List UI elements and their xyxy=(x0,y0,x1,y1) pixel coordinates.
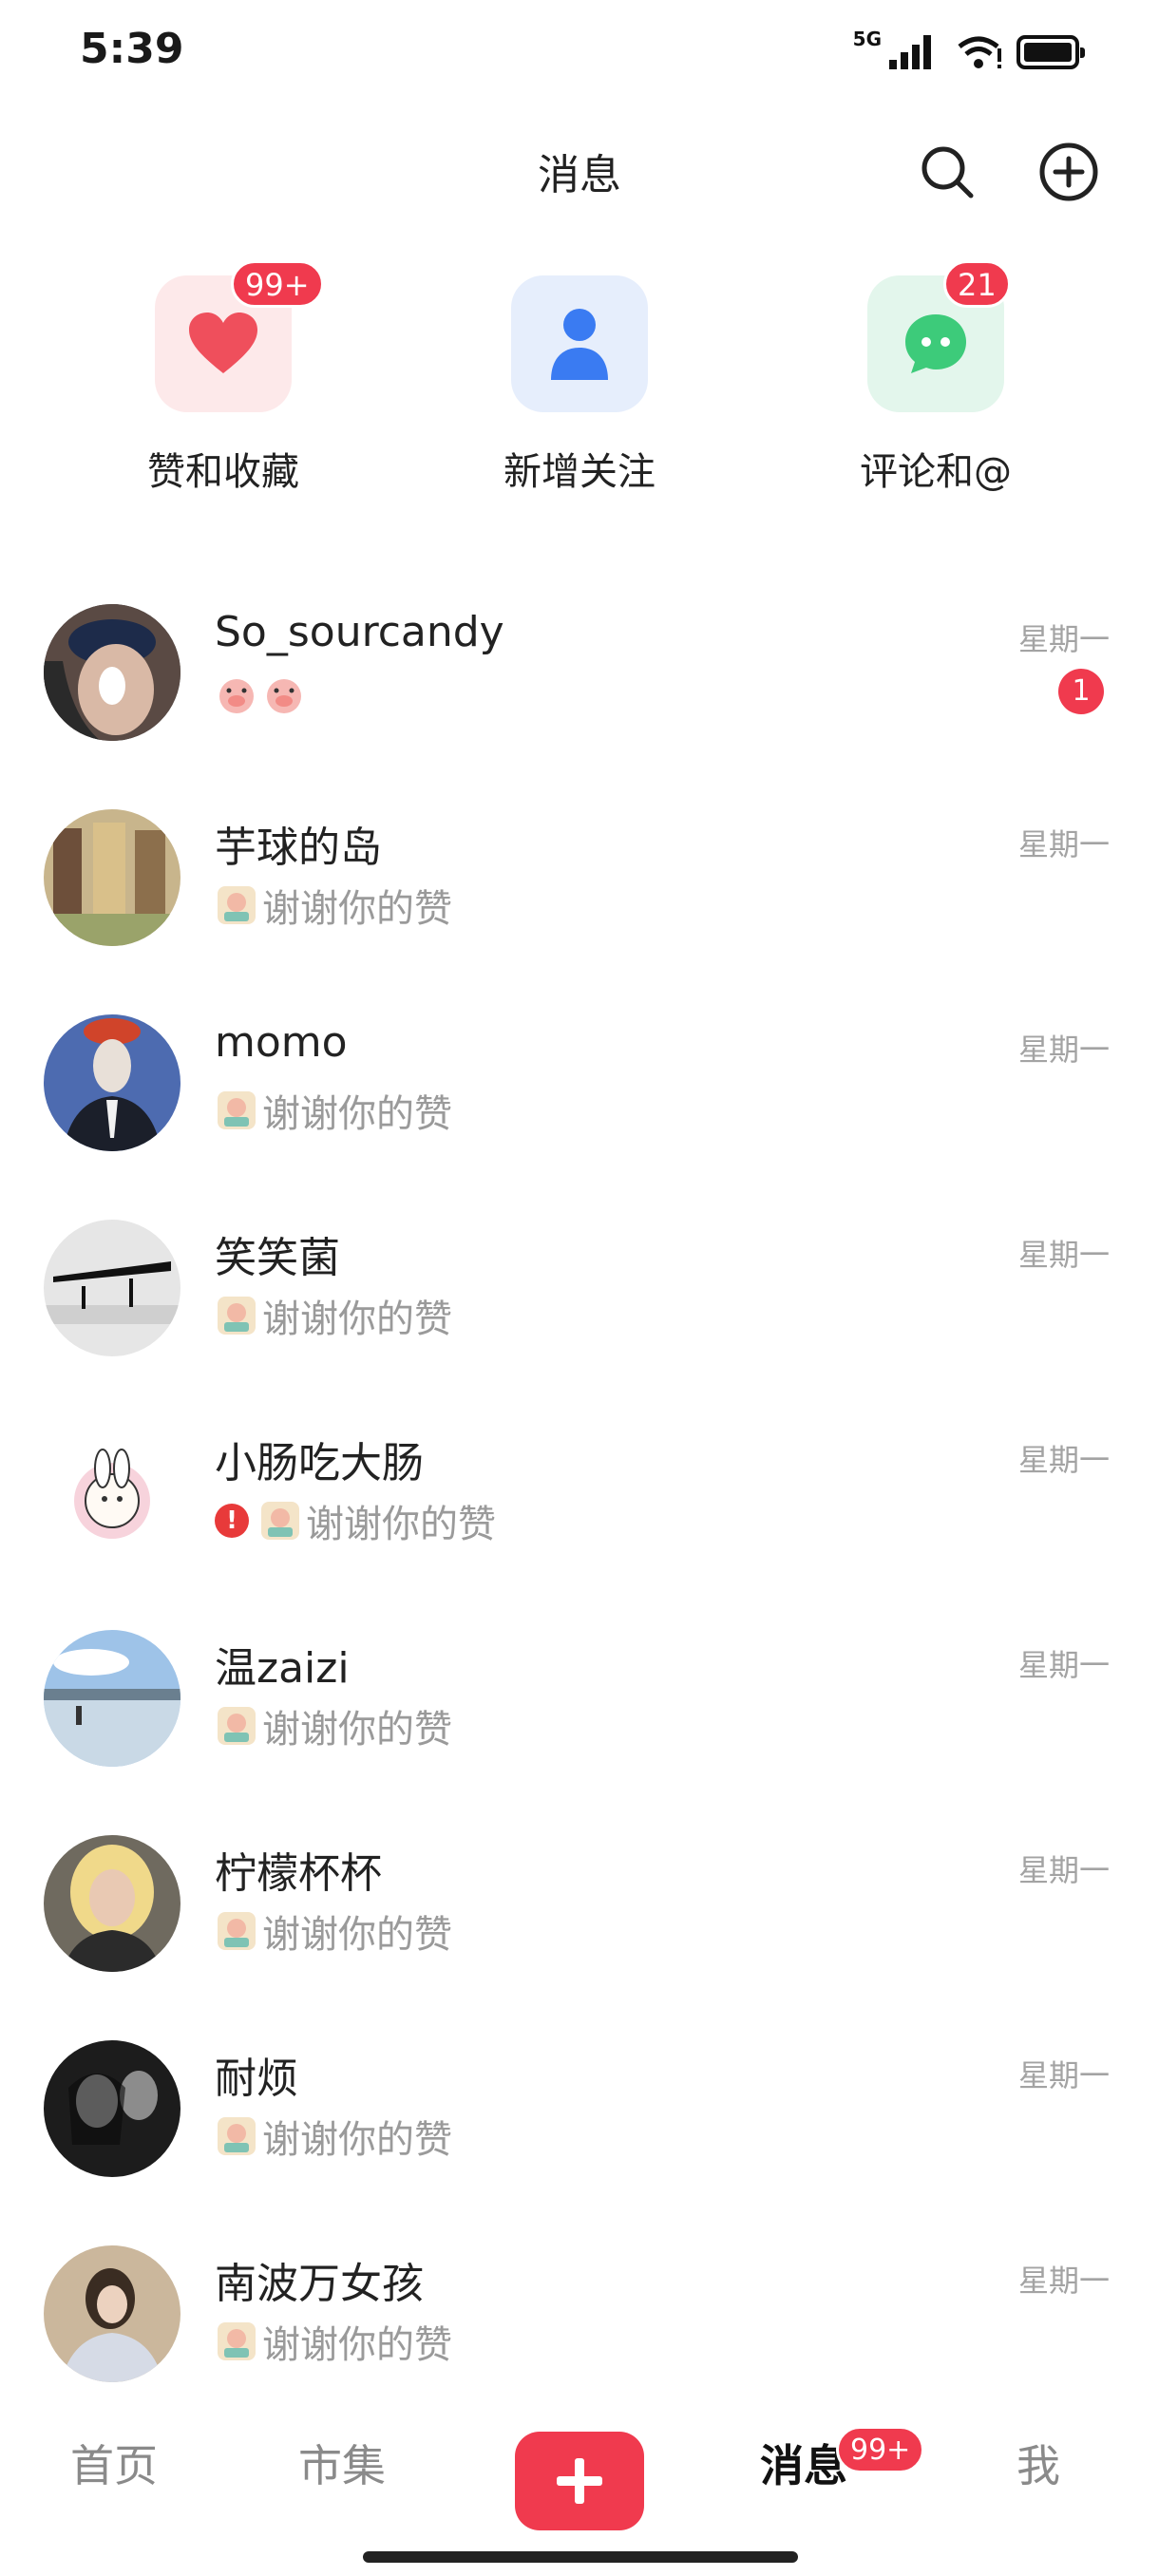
likes-label: 赞和收藏 xyxy=(147,450,299,494)
message-preview: 谢谢你的赞 xyxy=(215,1083,452,1138)
comments-tile: 21 xyxy=(867,260,1011,412)
add-circle-icon xyxy=(1039,142,1098,201)
header: 消息 xyxy=(0,133,1159,218)
network-label: 5G xyxy=(852,28,882,50)
contact-name: 温zaizi xyxy=(215,1644,350,1693)
pig-emoji-icon xyxy=(267,679,301,713)
list-item[interactable]: 温zaizi 谢谢你的赞 星期一 xyxy=(0,1624,1159,1824)
home-indicator xyxy=(363,2551,798,2563)
person-icon xyxy=(551,309,608,380)
message-preview xyxy=(215,672,306,716)
message-time: 星期一 xyxy=(1017,1032,1110,1068)
search-button[interactable] xyxy=(914,139,980,205)
avatar xyxy=(44,1835,180,1972)
message-preview: 谢谢你的赞 xyxy=(215,2314,452,2369)
message-time: 星期一 xyxy=(1017,1647,1110,1683)
add-button[interactable] xyxy=(1036,139,1102,205)
thanks-sticker-icon xyxy=(218,1707,256,1745)
message-preview: ! 谢谢你的赞 xyxy=(215,1493,496,1548)
avatar xyxy=(44,809,180,946)
send-failed-icon: ! xyxy=(215,1504,249,1538)
heart-icon xyxy=(189,313,257,373)
message-time: 星期一 xyxy=(1017,1237,1110,1273)
message-preview: 谢谢你的赞 xyxy=(215,2109,452,2164)
battery-icon xyxy=(1016,35,1085,69)
tab-me[interactable]: 我 xyxy=(1016,2432,1060,2494)
avatar xyxy=(44,1220,180,1356)
unread-badge: 1 xyxy=(1058,669,1104,714)
message-preview: 谢谢你的赞 xyxy=(215,1904,452,1959)
tab-messages[interactable]: 消息 xyxy=(760,2432,847,2494)
message-time: 星期一 xyxy=(1017,2057,1110,2093)
page-title: 消息 xyxy=(538,151,621,199)
avatar xyxy=(44,1014,180,1151)
status-icons: 5G xyxy=(852,28,1085,76)
likes-badge: 99+ xyxy=(231,260,324,308)
category-row: 99+ 赞和收藏 新增关注 21 评论和@ xyxy=(0,260,1159,503)
tab-market[interactable]: 市集 xyxy=(298,2432,386,2494)
message-time: 星期一 xyxy=(1017,2263,1110,2299)
comments-badge: 21 xyxy=(943,260,1011,308)
search-icon xyxy=(922,146,974,199)
create-post-button[interactable] xyxy=(515,2432,644,2530)
likes-tile: 99+ xyxy=(155,260,324,412)
list-item[interactable]: So_sourcandy 星期一 1 xyxy=(0,598,1159,798)
tab-home[interactable]: 首页 xyxy=(70,2432,158,2494)
list-item[interactable]: 芋球的岛 谢谢你的赞 星期一 xyxy=(0,804,1159,1003)
list-item[interactable]: 小肠吃大肠 ! 谢谢你的赞 星期一 xyxy=(0,1419,1159,1619)
thanks-sticker-icon xyxy=(218,2117,256,2155)
avatar xyxy=(44,2245,180,2382)
status-bar: 5:39 5G xyxy=(0,0,1159,104)
list-item[interactable]: 耐烦 谢谢你的赞 星期一 xyxy=(0,2035,1159,2234)
avatar xyxy=(44,1425,180,1562)
list-item[interactable]: 南波万女孩 谢谢你的赞 星期一 xyxy=(0,2240,1159,2439)
list-item[interactable]: 柠檬杯杯 谢谢你的赞 星期一 xyxy=(0,1829,1159,2029)
message-time: 星期一 xyxy=(1017,621,1110,657)
contact-name: So_sourcandy xyxy=(215,608,504,656)
contact-name: 芋球的岛 xyxy=(215,824,382,872)
thanks-sticker-icon xyxy=(261,1502,299,1540)
contact-name: 耐烦 xyxy=(215,2055,298,2103)
message-preview: 谢谢你的赞 xyxy=(215,878,452,933)
avatar xyxy=(44,1630,180,1767)
followers-tile xyxy=(511,275,648,412)
message-time: 星期一 xyxy=(1017,826,1110,862)
category-comments[interactable]: 21 评论和@ xyxy=(826,260,1045,496)
wifi-icon xyxy=(958,36,1001,68)
thanks-sticker-icon xyxy=(218,1091,256,1129)
comments-label: 评论和@ xyxy=(860,450,1012,494)
thanks-sticker-icon xyxy=(218,2322,256,2360)
status-time: 5:39 xyxy=(80,25,184,73)
message-preview: 谢谢你的赞 xyxy=(215,1698,452,1753)
contact-name: 小肠吃大肠 xyxy=(215,1439,424,1487)
avatar xyxy=(44,2040,180,2177)
thanks-sticker-icon xyxy=(218,886,256,924)
pig-emoji-icon xyxy=(219,679,254,713)
messages-tab-badge: 99+ xyxy=(836,2426,925,2473)
list-item[interactable]: momo 谢谢你的赞 星期一 xyxy=(0,1009,1159,1208)
avatar xyxy=(44,604,180,741)
thanks-sticker-icon xyxy=(218,1297,256,1335)
message-preview: 谢谢你的赞 xyxy=(215,1288,452,1343)
plus-icon xyxy=(557,2458,602,2504)
cellular-signal-icon xyxy=(889,35,931,69)
message-time: 星期一 xyxy=(1017,1852,1110,1888)
category-likes[interactable]: 99+ 赞和收藏 xyxy=(114,260,332,496)
message-time: 星期一 xyxy=(1017,1442,1110,1478)
followers-label: 新增关注 xyxy=(504,450,656,494)
thanks-sticker-icon xyxy=(218,1912,256,1950)
contact-name: momo xyxy=(215,1018,348,1067)
contact-name: 柠檬杯杯 xyxy=(215,1849,382,1898)
contact-name: 南波万女孩 xyxy=(215,2260,424,2308)
category-followers[interactable]: 新增关注 xyxy=(470,275,689,496)
contact-name: 笑笑菌 xyxy=(215,1234,340,1282)
list-item[interactable]: 笑笑菌 谢谢你的赞 星期一 xyxy=(0,1214,1159,1413)
chat-bubble-icon xyxy=(905,314,966,373)
bottom-tab-bar: 首页 市集 消息 99+ 我 xyxy=(0,2413,1159,2546)
